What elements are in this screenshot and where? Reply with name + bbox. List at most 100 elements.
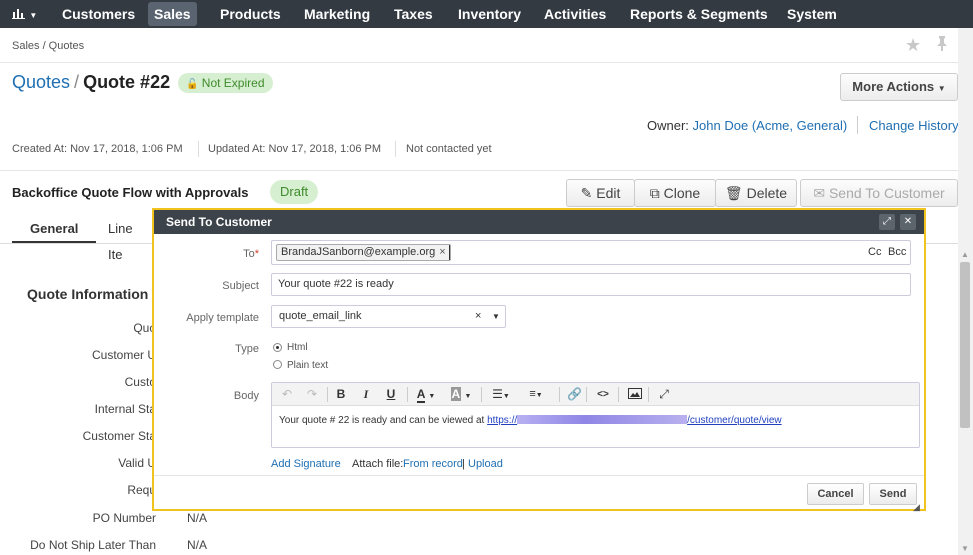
editor-toolbar: ↶ ↷ B I U A ▼ A ▼ ☰▼ ≡▼ 🔗 <> ⤢ [272, 383, 919, 406]
clone-button[interactable]: ⧉ Clone [634, 179, 716, 207]
title-separator: / [74, 72, 80, 92]
copy-icon: ⧉ [649, 185, 660, 201]
delete-button[interactable]: 🗑 Delete [715, 179, 797, 207]
breadcrumb: Sales / Quotes [12, 40, 85, 52]
field-value-do-not-ship: N/A [187, 538, 208, 552]
pin-icon[interactable] [935, 35, 949, 56]
body-text: Your quote # 22 is ready and can be view… [279, 415, 488, 426]
undo-icon[interactable]: ↶ [280, 386, 294, 403]
redo-icon[interactable]: ↷ [305, 386, 319, 403]
clear-template-icon[interactable]: × [475, 306, 481, 327]
nav-inventory[interactable]: Inventory [452, 2, 527, 26]
nav-activities[interactable]: Activities [538, 2, 612, 26]
background-color-icon[interactable]: A ▼ [448, 386, 474, 403]
type-html-radio[interactable] [273, 343, 282, 352]
tab-line-items[interactable]: Line Ite [90, 216, 151, 262]
subject-input[interactable]: Your quote #22 is ready [271, 273, 911, 296]
change-history-link[interactable]: Change History [869, 118, 959, 133]
tab-general[interactable]: General [12, 216, 97, 244]
cc-link[interactable]: Cc [868, 246, 881, 258]
envelope-icon: ✉ [813, 185, 826, 201]
contact-status: Not contacted yet [406, 143, 492, 155]
required-mark: * [254, 248, 259, 260]
bcc-link[interactable]: Bcc [888, 246, 906, 258]
send-to-customer-button[interactable]: ✉ Send To Customer [800, 179, 958, 207]
nav-sales[interactable]: Sales [148, 2, 197, 26]
template-select[interactable]: quote_email_link × ▼ [271, 305, 506, 328]
body-content[interactable]: Your quote # 22 is ready and can be view… [279, 415, 782, 426]
more-actions-button[interactable]: More Actions ▼ [840, 73, 958, 101]
quote-name: Quote #22 [83, 72, 171, 92]
toolbar-separator [481, 387, 482, 402]
send-to-customer-label: Send To Customer [828, 185, 945, 201]
fullscreen-icon[interactable]: ⤢ [656, 386, 672, 403]
caret-down-icon: ▼ [937, 84, 946, 93]
cancel-button[interactable]: Cancel [807, 483, 864, 505]
send-button[interactable]: Send [869, 483, 917, 505]
quotes-link[interactable]: Quotes [12, 72, 70, 92]
subject-label: Subject [222, 280, 259, 292]
scrollbar-thumb[interactable] [960, 262, 970, 428]
section-title: Quote Information [27, 286, 149, 302]
field-label-do-not-ship: Do Not Ship Later Than [30, 538, 156, 552]
image-icon[interactable] [627, 386, 643, 403]
workflow-state-badge: Draft [270, 180, 319, 204]
link-icon[interactable]: 🔗 [567, 386, 582, 403]
owner-divider [857, 116, 858, 134]
italic-icon[interactable]: I [359, 386, 373, 403]
add-signature-link[interactable]: Add Signature [271, 458, 341, 470]
resize-handle-icon[interactable]: ◢ [913, 502, 920, 513]
underline-icon[interactable]: U [384, 386, 398, 403]
quote-link[interactable]: https:// /customer/quote/view [487, 415, 782, 426]
star-icon[interactable]: ★ [905, 35, 921, 56]
dashboard-menu[interactable]: ▼ [8, 4, 46, 24]
maximize-icon[interactable]: ⤢ [879, 214, 895, 230]
text-color-icon[interactable]: A ▼ [414, 386, 438, 403]
bullet-list-icon[interactable]: ☰▼ [489, 386, 513, 403]
status-badge: 🔓 Not Expired [178, 73, 273, 93]
from-record-link[interactable]: From record [403, 458, 463, 470]
template-label: Apply template [186, 312, 259, 324]
to-field[interactable]: BrandaJSanborn@example.org × Cc Bcc [271, 240, 911, 265]
nav-reports-segments[interactable]: Reports & Segments [624, 2, 774, 26]
send-to-customer-dialog: Send To Customer ⤢ ✕ To* BrandaJSanborn@… [152, 208, 926, 513]
type-plain-radio[interactable] [273, 360, 282, 369]
recipient-chip: BrandaJSanborn@example.org × [276, 244, 451, 261]
header-divider [0, 62, 960, 63]
created-at: Created At: Nov 17, 2018, 1:06 PM [12, 143, 183, 155]
bar-chart-icon [12, 9, 25, 19]
meta-divider [198, 141, 199, 157]
upload-link[interactable]: Upload [468, 458, 503, 470]
code-icon[interactable]: <> [594, 386, 612, 403]
close-icon[interactable]: ✕ [900, 214, 916, 230]
scroll-down-arrow[interactable]: ▼ [961, 544, 969, 553]
text-cursor [449, 245, 450, 260]
page-title: Quotes / Quote #22 [12, 72, 170, 93]
scroll-up-arrow[interactable]: ▲ [961, 250, 969, 259]
field-label-po-number: PO Number [92, 511, 156, 525]
redacted-domain [517, 415, 688, 424]
to-label-text: To [243, 248, 255, 260]
nav-marketing[interactable]: Marketing [298, 2, 376, 26]
updated-at: Updated At: Nov 17, 2018, 1:06 PM [208, 143, 382, 155]
recipient-email: BrandaJSanborn@example.org [281, 246, 436, 258]
field-label: Customer U [91, 348, 156, 362]
owner-org-link[interactable]: (Acme, General) [752, 118, 847, 133]
delete-label: Delete [746, 185, 788, 201]
clone-label: Clone [663, 185, 701, 201]
caret-down-icon[interactable]: ▼ [492, 306, 500, 327]
edit-button[interactable]: ✎ Edit [566, 179, 635, 207]
numbered-list-icon[interactable]: ≡▼ [524, 386, 548, 403]
owner-name-link[interactable]: John Doe [693, 118, 749, 133]
body-editor[interactable]: ↶ ↷ B I U A ▼ A ▼ ☰▼ ≡▼ 🔗 <> ⤢ Your quot… [271, 382, 920, 448]
pencil-icon: ✎ [580, 185, 593, 201]
field-label: Customer Sta [82, 429, 156, 443]
remove-recipient-icon[interactable]: × [439, 246, 445, 258]
workflow-title: Backoffice Quote Flow with Approvals [12, 185, 249, 200]
nav-taxes[interactable]: Taxes [388, 2, 439, 26]
nav-products[interactable]: Products [214, 2, 287, 26]
nav-customers[interactable]: Customers [56, 2, 141, 26]
bold-icon[interactable]: B [334, 386, 348, 403]
toolbar-separator [648, 387, 649, 402]
nav-system[interactable]: System [781, 2, 843, 26]
